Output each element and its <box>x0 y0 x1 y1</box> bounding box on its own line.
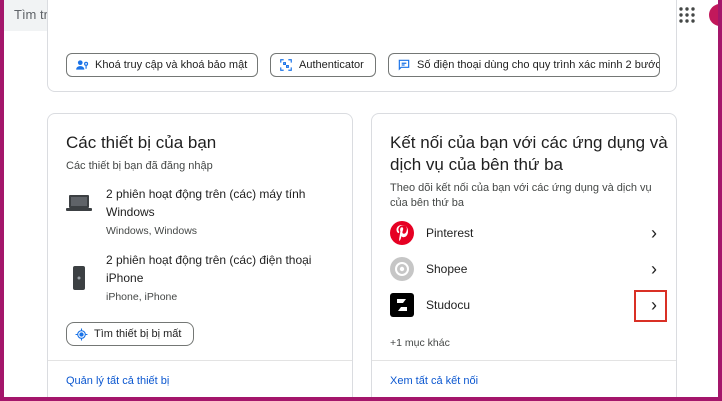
locate-icon <box>75 328 88 341</box>
app-name: Shopee <box>426 262 468 276</box>
manage-devices-link[interactable]: Quản lý tất cả thiết bị <box>66 375 169 387</box>
third-party-card: Kết nối của bạn với các ứng dụng và dịch… <box>371 113 677 397</box>
app-name: Pinterest <box>426 226 474 240</box>
divider <box>48 360 352 361</box>
chip-label: Số điện thoại dùng cho quy trình xác min… <box>417 59 660 71</box>
chevron-right-icon[interactable]: › <box>642 221 666 245</box>
devices-subtitle: Các thiết bị bạn đã đăng nhập <box>66 160 213 172</box>
device-title: 2 phiên hoạt động trên (các) máy tính Wi… <box>106 187 306 219</box>
find-device-label: Tìm thiết bị bị mất <box>94 328 182 340</box>
pinterest-logo-icon <box>390 221 414 245</box>
browser-frame: Tìm trong Tài khoản Google Khoá truy cập… <box>4 0 718 397</box>
authenticator-chip[interactable]: Authenticator <box>270 53 376 77</box>
more-apps-text: +1 mục khác <box>390 337 450 349</box>
apps-title: Kết nối của bạn với các ứng dụng và dịch… <box>390 133 668 174</box>
chip-label: Authenticator <box>299 59 364 71</box>
apps-grid-icon[interactable] <box>677 5 697 25</box>
devices-title: Các thiết bị của bạn <box>66 133 217 152</box>
app-name: Studocu <box>426 298 471 312</box>
chevron-right-icon[interactable]: › <box>642 257 666 281</box>
security-card: Khoá truy cập và khoá bảo mật Authentica… <box>47 0 677 92</box>
find-device-button[interactable]: Tìm thiết bị bị mất <box>66 322 194 346</box>
passkey-chip[interactable]: Khoá truy cập và khoá bảo mật <box>66 53 258 77</box>
phone-verification-chip[interactable]: Số điện thoại dùng cho quy trình xác min… <box>388 53 660 77</box>
divider <box>372 360 676 361</box>
app-row-studocu[interactable]: Studocu <box>390 292 670 318</box>
devices-card: Các thiết bị của bạn Các thiết bị bạn đã… <box>47 113 353 397</box>
device-detail: Windows, Windows <box>106 225 198 237</box>
highlight-box <box>634 290 667 322</box>
shopee-logo-icon <box>390 257 414 281</box>
device-title: 2 phiên hoạt động trên (các) điện thoại … <box>106 253 312 285</box>
sms-icon <box>397 58 411 72</box>
qr-scan-icon <box>279 58 293 72</box>
chip-label: Khoá truy cập và khoá bảo mật <box>95 59 248 71</box>
studocu-logo-icon <box>390 293 414 317</box>
app-row-pinterest[interactable]: Pinterest <box>390 220 670 246</box>
apps-subtitle: Theo dõi kết nối của bạn với các ứng dụn… <box>390 182 652 209</box>
see-all-connections-link[interactable]: Xem tất cả kết nối <box>390 375 478 387</box>
device-detail: iPhone, iPhone <box>106 291 178 303</box>
app-row-shopee[interactable]: Shopee <box>390 256 670 282</box>
phone-icon <box>66 265 92 291</box>
passkey-icon <box>75 58 89 72</box>
laptop-icon <box>66 193 92 213</box>
